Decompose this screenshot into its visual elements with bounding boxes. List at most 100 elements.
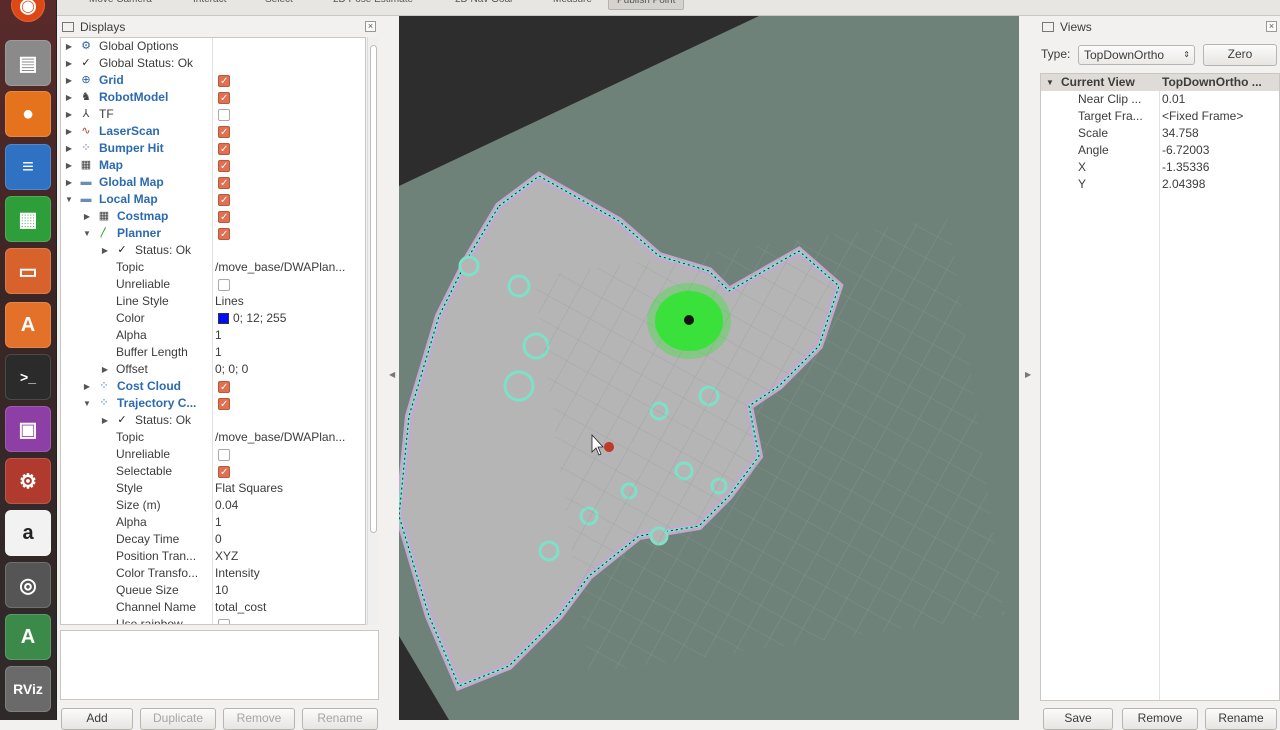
enable-checkbox[interactable] — [218, 379, 230, 396]
tree-row-map[interactable]: ▶ ▦ Map — [61, 157, 365, 175]
tree-row-global-map[interactable]: ▶ ▬ Global Map — [61, 174, 365, 192]
render-viewport[interactable] — [399, 16, 1019, 720]
zero-button[interactable]: Zero — [1203, 44, 1277, 66]
interact-tool[interactable]: Interact — [193, 0, 226, 10]
enable-checkbox[interactable] — [218, 279, 230, 291]
row-value[interactable]: 1 — [215, 327, 222, 344]
tree-row-planner-status[interactable]: ▶ ✓ Status: Ok — [61, 242, 365, 259]
collapse-icon[interactable]: ▼ — [82, 395, 92, 412]
scrollbar-thumb[interactable] — [370, 45, 377, 533]
remove-view-button[interactable]: Remove — [1122, 708, 1198, 730]
expand-icon[interactable]: ▶ — [100, 361, 110, 378]
tree-row-prop[interactable]: Unreliable — [61, 276, 365, 293]
expand-icon[interactable]: ▶ — [64, 38, 74, 55]
impress-icon[interactable]: ▭ — [5, 248, 51, 294]
row-value[interactable]: Lines — [215, 293, 244, 310]
current-view-row[interactable]: ▼ Current View TopDownOrtho ... — [1041, 74, 1279, 91]
tree-row-bumper-hit[interactable]: ▶ ⁘ Bumper Hit — [61, 140, 365, 158]
row-value[interactable]: Flat Squares — [215, 480, 283, 497]
tree-row-tf[interactable]: ▶ ⅄ TF — [61, 106, 365, 123]
save-view-button[interactable]: Save — [1043, 708, 1113, 730]
ubuntu-icon[interactable]: ◉ — [11, 0, 45, 22]
view-prop-row[interactable]: Target Fra... <Fixed Frame> — [1041, 108, 1279, 125]
tree-row-prop[interactable]: ▶ Offset 0; 0; 0 — [61, 361, 365, 378]
row-value[interactable]: XYZ — [215, 548, 238, 565]
tree-row-prop[interactable]: Decay Time 0 — [61, 531, 365, 548]
enable-checkbox[interactable] — [218, 209, 230, 226]
collapse-icon[interactable]: ▼ — [82, 225, 92, 242]
collapse-icon[interactable]: ▼ — [1046, 74, 1054, 91]
left-splitter-handle[interactable]: ◀ — [389, 370, 395, 379]
tree-row-prop[interactable]: Queue Size 10 — [61, 582, 365, 599]
tree-row-prop[interactable]: Unreliable — [61, 446, 365, 463]
enable-checkbox[interactable] — [218, 175, 230, 192]
expand-icon[interactable]: ▶ — [64, 72, 74, 89]
tree-row-prop[interactable]: Color 0; 12; 255 — [61, 310, 365, 327]
displays-scrollbar[interactable] — [367, 37, 378, 625]
view-prop-row[interactable]: Angle -6.72003 — [1041, 142, 1279, 159]
row-value[interactable]: 0 — [215, 531, 222, 548]
prop-value[interactable]: 34.758 — [1162, 125, 1199, 142]
prop-value[interactable]: <Fixed Frame> — [1162, 108, 1243, 125]
enable-checkbox[interactable] — [218, 619, 230, 624]
collapse-icon[interactable]: ▼ — [64, 191, 74, 208]
views-close-button[interactable]: × — [1266, 21, 1277, 32]
tree-row-planner[interactable]: ▼ 〳 Planner — [61, 225, 365, 243]
move-camera-tool[interactable]: Move Camera — [89, 0, 152, 10]
enable-checkbox[interactable] — [218, 464, 230, 481]
writer-icon[interactable]: ≡ — [5, 144, 51, 190]
expand-icon[interactable]: ▶ — [82, 378, 92, 395]
expand-icon[interactable]: ▶ — [64, 157, 74, 174]
expand-icon[interactable]: ▶ — [64, 123, 74, 140]
expand-icon[interactable]: ▶ — [64, 55, 74, 72]
rviz-icon[interactable]: RViz — [5, 666, 51, 712]
files-icon[interactable]: ▤ — [5, 40, 51, 86]
tree-row-costmap[interactable]: ▶ ▦ Costmap — [61, 208, 365, 226]
tree-row-prop[interactable]: Color Transfo... Intensity — [61, 565, 365, 582]
row-value[interactable]: 0; 12; 255 — [233, 310, 286, 327]
terminal-icon[interactable]: >_ — [5, 354, 51, 400]
calc-icon[interactable]: ▦ — [5, 196, 51, 242]
prop-value[interactable]: 2.04398 — [1162, 176, 1205, 193]
pose-estimate-tool[interactable]: 2D Pose Estimate — [333, 0, 413, 10]
nav-goal-tool[interactable]: 2D Nav Goal — [455, 0, 512, 10]
expand-icon[interactable]: ▶ — [64, 106, 74, 123]
row-value[interactable]: total_cost — [215, 599, 266, 616]
expand-icon[interactable]: ▶ — [100, 242, 110, 259]
remove-button[interactable]: Remove — [223, 708, 295, 730]
tree-row-prop[interactable]: Channel Name total_cost — [61, 599, 365, 616]
publish-point-tool[interactable]: Publish Point — [608, 0, 685, 10]
enable-checkbox[interactable] — [218, 73, 230, 90]
tree-row-prop[interactable]: Topic /move_base/DWAPlan... — [61, 259, 365, 276]
tree-row-cost-cloud[interactable]: ▶ ⁘ Cost Cloud — [61, 378, 365, 396]
row-value[interactable]: 1 — [215, 344, 222, 361]
row-value[interactable]: /move_base/DWAPlan... — [215, 259, 345, 276]
prop-value[interactable]: -1.35336 — [1162, 159, 1209, 176]
expand-icon[interactable]: ▶ — [64, 174, 74, 191]
view-prop-row[interactable]: Y 2.04398 — [1041, 176, 1279, 193]
tree-row-grid[interactable]: ▶ ⊕ Grid — [61, 72, 365, 90]
row-value[interactable]: /move_base/DWAPlan... — [215, 429, 345, 446]
row-value[interactable]: 1 — [215, 514, 222, 531]
tree-row-prop[interactable]: Line Style Lines — [61, 293, 365, 310]
expand-icon[interactable]: ▶ — [64, 89, 74, 106]
enable-checkbox[interactable] — [218, 158, 230, 175]
expand-icon[interactable]: ▶ — [64, 140, 74, 157]
tree-row-prop[interactable]: Size (m) 0.04 — [61, 497, 365, 514]
add-button[interactable]: Add — [61, 708, 133, 730]
tree-row-laser-scan[interactable]: ▶ ∿ LaserScan — [61, 123, 365, 141]
right-splitter-handle[interactable]: ▶ — [1025, 370, 1031, 379]
view-type-select[interactable]: TopDownOrtho ⇕ — [1078, 45, 1195, 65]
tree-row-robot-model[interactable]: ▶ ♞ RobotModel — [61, 89, 365, 107]
duplicate-button[interactable]: Duplicate — [140, 708, 216, 730]
prop-value[interactable]: -6.72003 — [1162, 142, 1209, 159]
tree-row-prop[interactable]: Alpha 1 — [61, 327, 365, 344]
rename-view-button[interactable]: Rename — [1205, 708, 1277, 730]
amazon-icon[interactable]: a — [5, 510, 51, 556]
video-icon[interactable]: ▣ — [5, 406, 51, 452]
enable-checkbox[interactable] — [218, 449, 230, 461]
prop-value[interactable]: 0.01 — [1162, 91, 1185, 108]
tree-row-trajectory-cloud[interactable]: ▼ ⁘ Trajectory C... — [61, 395, 365, 413]
tree-row-global-options[interactable]: ▶ ⚙ Global Options — [61, 38, 365, 55]
row-value[interactable]: Intensity — [215, 565, 260, 582]
